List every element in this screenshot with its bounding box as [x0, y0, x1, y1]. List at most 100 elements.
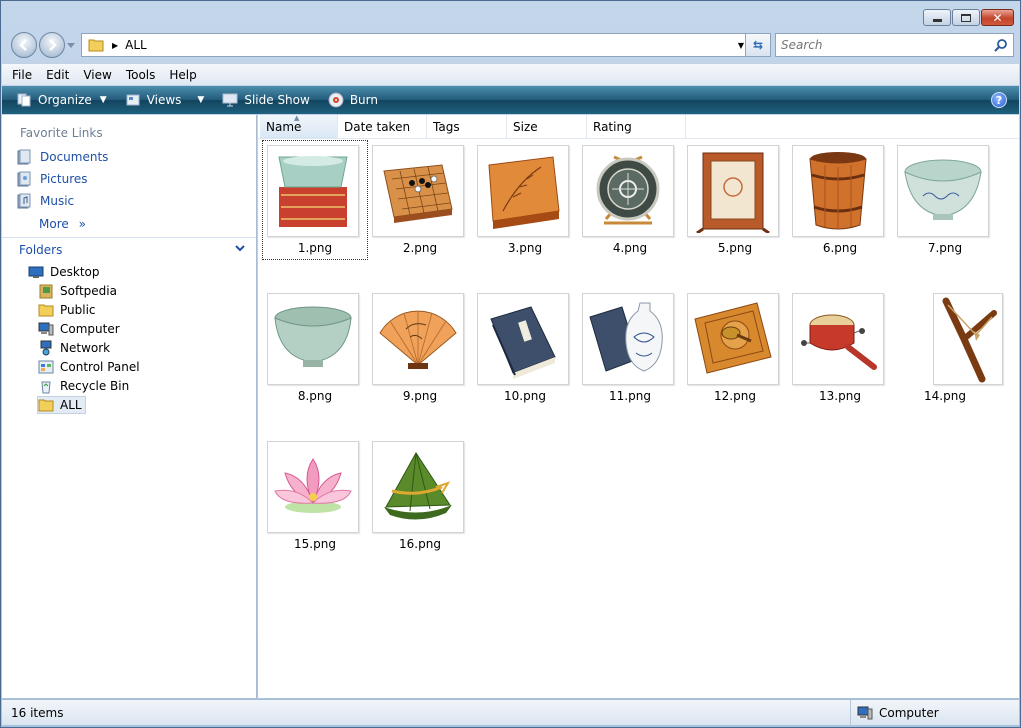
thumbnail: [933, 293, 1003, 385]
file-tile[interactable]: 10.png: [473, 289, 577, 407]
tree-item-control-panel[interactable]: Control Panel: [38, 358, 140, 376]
file-tile[interactable]: 7.png: [893, 141, 997, 259]
tree-item-label: ALL: [60, 398, 82, 412]
file-name: 13.png: [819, 389, 861, 403]
file-tile[interactable]: 4.png: [578, 141, 682, 259]
slideshow-icon: [222, 92, 238, 108]
search-icon[interactable]: [994, 38, 1008, 52]
search-box[interactable]: [775, 33, 1014, 57]
folders-header[interactable]: Folders: [2, 237, 256, 261]
file-tile[interactable]: 1.png: [262, 140, 368, 260]
burn-button[interactable]: Burn: [328, 92, 378, 108]
column-rating-label: Rating: [593, 120, 632, 134]
favorite-links-title: Favorite Links: [20, 126, 103, 140]
navigation-bar: ▶ ALL ▼ ⇆: [9, 32, 1014, 58]
thumbnail: [372, 145, 464, 237]
tree-item-all[interactable]: ALL: [37, 396, 86, 414]
views-button[interactable]: Views ▼: [125, 92, 205, 108]
address-dropdown-icon[interactable]: ▼: [738, 41, 744, 50]
burn-icon: [328, 92, 344, 108]
folders-title: Folders: [19, 242, 63, 257]
organize-icon: [16, 92, 32, 108]
close-button[interactable]: ✕: [981, 9, 1014, 26]
chevron-down-icon: ▼: [99, 95, 107, 105]
file-tile[interactable]: 13.png: [788, 289, 892, 407]
menu-help[interactable]: Help: [169, 68, 196, 82]
tree-item-label: Computer: [60, 322, 120, 336]
slideshow-button[interactable]: Slide Show: [222, 92, 310, 108]
desktop-icon: [28, 266, 44, 278]
fav-music[interactable]: Music: [16, 193, 74, 209]
file-name: 4.png: [612, 241, 648, 255]
compass-icon: [694, 302, 772, 374]
back-button[interactable]: [11, 32, 37, 58]
column-date-taken[interactable]: Date taken: [338, 115, 427, 139]
more-links-button[interactable]: More »: [39, 217, 86, 231]
double-chevron-icon: »: [78, 217, 86, 231]
tree-item-desktop[interactable]: Desktop: [28, 263, 100, 281]
menu-file[interactable]: File: [12, 68, 32, 82]
command-bar: Organize ▼ Views ▼ Slide Show Burn ?: [2, 86, 1019, 114]
menu-edit[interactable]: Edit: [46, 68, 69, 82]
thumbnail: [372, 293, 464, 385]
tree-item-recycle-bin[interactable]: Recycle Bin: [38, 377, 129, 395]
views-icon: [125, 92, 141, 108]
search-input[interactable]: [781, 38, 981, 52]
breadcrumb-current[interactable]: ALL: [125, 38, 147, 52]
tree-item-label: Recycle Bin: [60, 379, 130, 393]
tree-item-network[interactable]: Network: [38, 339, 110, 357]
forward-button[interactable]: [39, 32, 65, 58]
file-tile[interactable]: 6.png: [788, 141, 892, 259]
minimize-button[interactable]: [923, 9, 951, 26]
column-headers: ▲ Name Date taken Tags Size Rating: [258, 114, 1019, 139]
folder-icon: [38, 399, 54, 412]
file-tile[interactable]: 14.png: [893, 289, 1003, 407]
menu-view[interactable]: View: [83, 68, 111, 82]
thumbnail: [582, 293, 674, 385]
tree-item-computer[interactable]: Computer: [38, 320, 120, 338]
chevron-down-icon[interactable]: [234, 242, 246, 254]
file-list: ▲ Name Date taken Tags Size Rating 1.png: [258, 114, 1019, 698]
column-size[interactable]: Size: [507, 115, 587, 139]
column-size-label: Size: [513, 120, 538, 134]
thumbnail: [267, 145, 359, 237]
help-icon[interactable]: ?: [991, 92, 1007, 108]
column-tags[interactable]: Tags: [427, 115, 507, 139]
book-icon: [490, 306, 556, 379]
thumbnail: [687, 145, 779, 237]
file-tile[interactable]: 3.png: [473, 141, 577, 259]
chevron-down-icon: ▼: [197, 95, 205, 105]
file-tile[interactable]: 16.png: [368, 437, 472, 555]
file-tile[interactable]: 11.png: [578, 289, 682, 407]
folder-icon: [38, 304, 54, 317]
thumbnail: [267, 293, 359, 385]
address-bar[interactable]: ▶ ALL ▼: [81, 33, 749, 57]
file-tile[interactable]: 2.png: [368, 141, 472, 259]
tree-item-label: Desktop: [50, 265, 100, 279]
fav-pictures[interactable]: Pictures: [16, 171, 88, 187]
burn-label: Burn: [349, 93, 378, 107]
jade-box-icon: [278, 156, 348, 227]
menu-tools[interactable]: Tools: [126, 68, 156, 82]
recent-pages-dropdown[interactable]: [67, 41, 75, 49]
organize-button[interactable]: Organize ▼: [16, 92, 107, 108]
file-tile[interactable]: 15.png: [263, 437, 367, 555]
refresh-button[interactable]: ⇆: [745, 33, 771, 57]
more-label: More: [39, 217, 69, 231]
fav-documents[interactable]: Documents: [16, 149, 108, 165]
file-name: 14.png: [924, 389, 966, 403]
file-tile[interactable]: 12.png: [683, 289, 787, 407]
column-rating[interactable]: Rating: [587, 115, 686, 139]
refresh-icon: ⇆: [752, 38, 764, 52]
file-tile[interactable]: 9.png: [368, 289, 472, 407]
music-icon: [17, 193, 31, 209]
column-name[interactable]: ▲ Name: [260, 114, 338, 139]
maximize-button[interactable]: [952, 9, 980, 26]
file-name: 8.png: [297, 389, 333, 403]
file-tile[interactable]: 8.png: [263, 289, 367, 407]
fav-music-label: Music: [40, 194, 75, 208]
breadcrumb-arrow-icon[interactable]: ▶: [112, 41, 118, 50]
tree-item-softpedia[interactable]: Softpedia: [38, 282, 117, 300]
tree-item-public[interactable]: Public: [38, 301, 96, 319]
file-tile[interactable]: 5.png: [683, 141, 787, 259]
